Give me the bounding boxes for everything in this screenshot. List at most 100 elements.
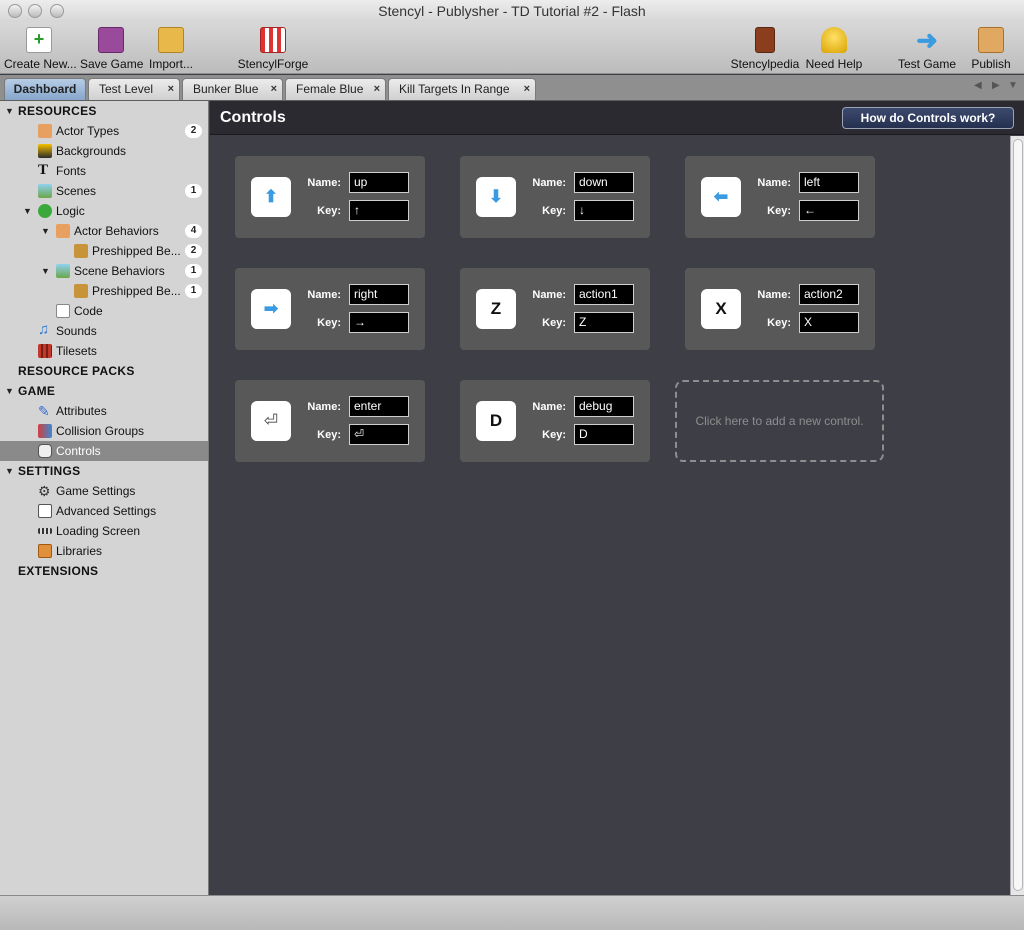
close-tab-icon[interactable]: × bbox=[168, 79, 174, 100]
zoom-window-button[interactable] bbox=[50, 4, 64, 18]
key-label: Key: bbox=[542, 429, 566, 441]
control-name-field[interactable]: right bbox=[349, 284, 409, 305]
publish-label: Publish bbox=[971, 57, 1011, 71]
control-name-field[interactable]: debug bbox=[574, 396, 634, 417]
stencylforge-button[interactable]: StencylForge bbox=[236, 22, 310, 74]
tab-test-level[interactable]: Test Level × bbox=[88, 78, 180, 100]
control-name-field[interactable]: down bbox=[574, 172, 634, 193]
publish-button[interactable]: Publish bbox=[966, 22, 1016, 74]
minimize-window-button[interactable] bbox=[28, 4, 42, 18]
expand-triangle-icon[interactable]: ▼ bbox=[5, 381, 14, 401]
tab-bunker-blue[interactable]: Bunker Blue × bbox=[182, 78, 283, 100]
sidebar-item-sounds[interactable]: ♫ Sounds bbox=[0, 321, 208, 341]
test-game-button[interactable]: ➜ Test Game bbox=[896, 22, 958, 74]
scene-icon bbox=[38, 184, 52, 198]
sidebar-item-libraries[interactable]: Libraries bbox=[0, 541, 208, 561]
sidebar-item-preshipped-actor-behaviors[interactable]: Preshipped Be... 2 bbox=[0, 241, 208, 261]
need-help-button[interactable]: Need Help bbox=[804, 22, 864, 74]
x-key-icon: X bbox=[701, 289, 741, 329]
control-name-field[interactable]: up bbox=[349, 172, 409, 193]
expand-triangle-icon[interactable]: ▼ bbox=[5, 101, 14, 121]
section-label: SETTINGS bbox=[18, 464, 81, 478]
sidebar-item-scene-behaviors[interactable]: ▼ Scene Behaviors 1 bbox=[0, 261, 208, 281]
tab-kill-targets-in-range[interactable]: Kill Targets In Range × bbox=[388, 78, 536, 100]
save-game-button[interactable]: Save Game bbox=[80, 22, 144, 74]
expand-triangle-icon[interactable]: ▼ bbox=[5, 461, 14, 481]
sidebar-item-actor-behaviors[interactable]: ▼ Actor Behaviors 4 bbox=[0, 221, 208, 241]
control-key-field[interactable]: ← bbox=[799, 200, 859, 221]
control-card-left[interactable]: ⬅ Name: left Key: ← bbox=[685, 156, 875, 238]
section-label: GAME bbox=[18, 384, 56, 398]
key-label: Key: bbox=[767, 205, 791, 217]
control-key-field[interactable]: ⏎ bbox=[349, 424, 409, 445]
control-key-field[interactable]: X bbox=[799, 312, 859, 333]
import-button[interactable]: Import... bbox=[146, 22, 196, 74]
control-card-action1[interactable]: Z Name: action1 Key: Z bbox=[460, 268, 650, 350]
section-game[interactable]: ▼ GAME bbox=[0, 381, 208, 401]
sidebar-item-controls[interactable]: Controls bbox=[0, 441, 208, 461]
sidebar-item-fonts[interactable]: T Fonts bbox=[0, 161, 208, 181]
sidebar-item-attributes[interactable]: ✎ Attributes bbox=[0, 401, 208, 421]
expand-triangle-icon[interactable]: ▼ bbox=[23, 201, 32, 221]
control-card-debug[interactable]: D Name: debug Key: D bbox=[460, 380, 650, 462]
control-key-field[interactable]: → bbox=[349, 312, 409, 333]
vertical-scrollbar[interactable] bbox=[1010, 136, 1024, 895]
control-name-field[interactable]: action1 bbox=[574, 284, 634, 305]
section-settings[interactable]: ▼ SETTINGS bbox=[0, 461, 208, 481]
expand-triangle-icon[interactable]: ▼ bbox=[41, 261, 50, 281]
how-controls-work-button[interactable]: How do Controls work? bbox=[842, 107, 1014, 129]
section-resources[interactable]: ▼ RESOURCES bbox=[0, 101, 208, 121]
sidebar-item-tilesets[interactable]: Tilesets bbox=[0, 341, 208, 361]
scrollbar-thumb[interactable] bbox=[1013, 139, 1023, 891]
control-card-up[interactable]: ⬆ Name: up Key: ↑ bbox=[235, 156, 425, 238]
tab-dashboard[interactable]: Dashboard bbox=[4, 78, 86, 100]
control-card-right[interactable]: ➡ Name: right Key: → bbox=[235, 268, 425, 350]
sidebar-item-scenes[interactable]: Scenes 1 bbox=[0, 181, 208, 201]
sidebar-item-backgrounds[interactable]: Backgrounds bbox=[0, 141, 208, 161]
create-new-button[interactable]: + Create New... bbox=[4, 22, 77, 74]
tab-scroll-left-icon[interactable]: ◀ bbox=[974, 80, 982, 91]
tab-female-blue[interactable]: Female Blue × bbox=[285, 78, 386, 100]
sidebar-item-code[interactable]: Code bbox=[0, 301, 208, 321]
control-card-down[interactable]: ⬇ Name: down Key: ↓ bbox=[460, 156, 650, 238]
main-toolbar: + Create New... Save Game Import... Sten… bbox=[0, 22, 1024, 74]
sidebar-item-label: Actor Types bbox=[56, 124, 120, 138]
sidebar-item-game-settings[interactable]: ⚙ Game Settings bbox=[0, 481, 208, 501]
stencylpedia-button[interactable]: Stencylpedia bbox=[730, 22, 800, 74]
gear-icon: ⚙ bbox=[38, 483, 51, 499]
sidebar-item-label: Backgrounds bbox=[56, 144, 127, 158]
tab-list-icon[interactable]: ▼ bbox=[1008, 80, 1018, 91]
control-key-field[interactable]: ↓ bbox=[574, 200, 634, 221]
sidebar-item-loading-screen[interactable]: Loading Screen bbox=[0, 521, 208, 541]
sidebar-item-collision-groups[interactable]: Collision Groups bbox=[0, 421, 208, 441]
section-label: EXTENSIONS bbox=[18, 564, 99, 578]
add-control-button[interactable]: Click here to add a new control. bbox=[675, 380, 884, 462]
count-badge: 2 bbox=[185, 244, 202, 258]
control-key-field[interactable]: ↑ bbox=[349, 200, 409, 221]
control-card-enter[interactable]: ⏎ Name: enter Key: ⏎ bbox=[235, 380, 425, 462]
sidebar-item-logic[interactable]: ▼ Logic bbox=[0, 201, 208, 221]
section-extensions[interactable]: EXTENSIONS bbox=[0, 561, 208, 581]
control-key-field[interactable]: Z bbox=[574, 312, 634, 333]
book-icon bbox=[755, 27, 775, 53]
close-window-button[interactable] bbox=[8, 4, 22, 18]
actor-icon bbox=[38, 124, 52, 138]
sidebar-item-preshipped-scene-behaviors[interactable]: Preshipped Be... 1 bbox=[0, 281, 208, 301]
tab-scroll-right-icon[interactable]: ▶ bbox=[992, 80, 1000, 91]
section-resource-packs[interactable]: RESOURCE PACKS bbox=[0, 361, 208, 381]
control-name-field[interactable]: left bbox=[799, 172, 859, 193]
key-label: Key: bbox=[767, 317, 791, 329]
sidebar-item-advanced-settings[interactable]: Advanced Settings bbox=[0, 501, 208, 521]
control-key-field[interactable]: D bbox=[574, 424, 634, 445]
pencil-icon: ✎ bbox=[38, 403, 50, 419]
close-tab-icon[interactable]: × bbox=[524, 79, 530, 100]
save-game-label: Save Game bbox=[80, 57, 144, 71]
control-name-field[interactable]: action2 bbox=[799, 284, 859, 305]
control-name-field[interactable]: enter bbox=[349, 396, 409, 417]
advanced-settings-icon bbox=[38, 504, 52, 518]
control-card-action2[interactable]: X Name: action2 Key: X bbox=[685, 268, 875, 350]
expand-triangle-icon[interactable]: ▼ bbox=[41, 221, 50, 241]
close-tab-icon[interactable]: × bbox=[271, 79, 277, 100]
sidebar-item-actor-types[interactable]: Actor Types 2 bbox=[0, 121, 208, 141]
close-tab-icon[interactable]: × bbox=[374, 79, 380, 100]
